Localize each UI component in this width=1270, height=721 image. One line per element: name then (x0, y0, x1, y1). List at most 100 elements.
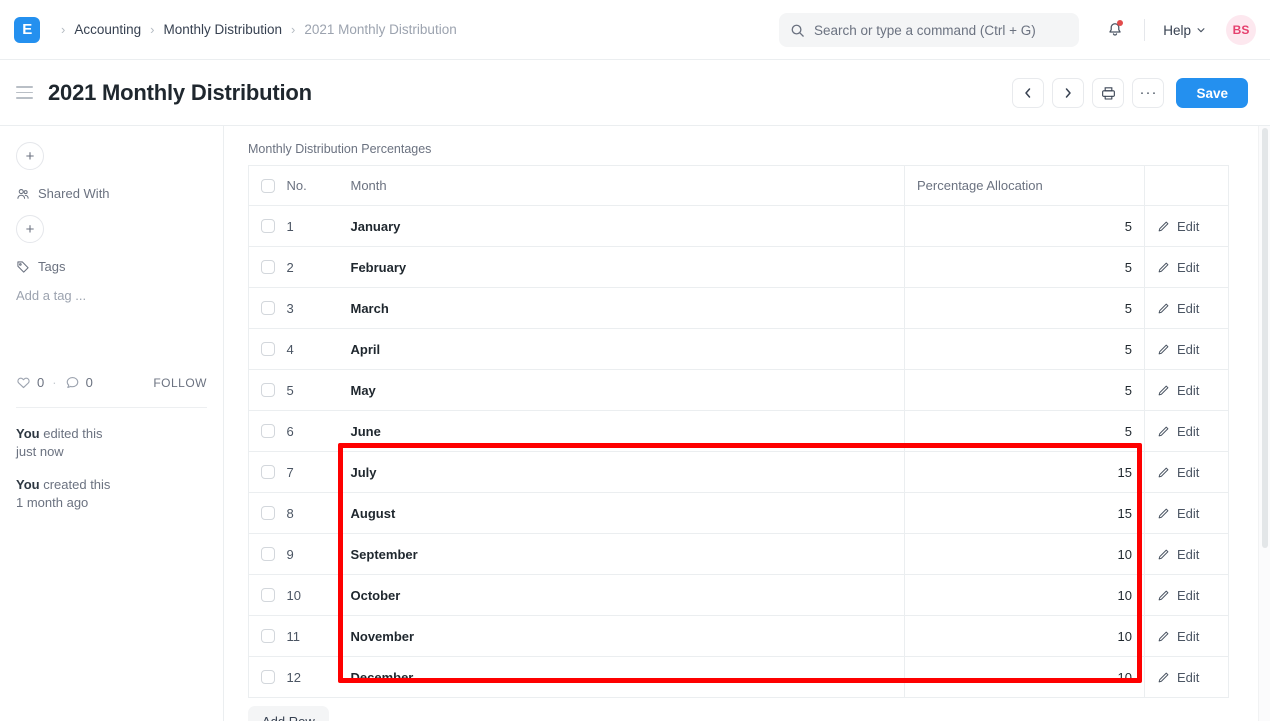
row-edit-cell[interactable]: Edit (1145, 616, 1229, 657)
row-edit-cell[interactable]: Edit (1145, 493, 1229, 534)
edit-row-button[interactable]: Edit (1157, 534, 1216, 574)
row-edit-cell[interactable]: Edit (1145, 657, 1229, 698)
edit-row-button[interactable]: Edit (1157, 575, 1216, 615)
row-month[interactable]: April (339, 329, 905, 370)
row-checkbox[interactable] (261, 629, 275, 643)
table-row[interactable]: 10October10Edit (249, 575, 1229, 616)
add-row-button[interactable]: Add Row (248, 706, 329, 721)
row-percentage-allocation[interactable]: 10 (905, 575, 1145, 616)
page-scrollbar[interactable] (1258, 126, 1270, 721)
table-row[interactable]: 7July15Edit (249, 452, 1229, 493)
print-button[interactable] (1092, 78, 1124, 108)
row-percentage-allocation[interactable]: 10 (905, 534, 1145, 575)
row-percentage-allocation[interactable]: 5 (905, 288, 1145, 329)
row-percentage-allocation[interactable]: 10 (905, 657, 1145, 698)
table-row[interactable]: 8August15Edit (249, 493, 1229, 534)
scrollbar-thumb[interactable] (1262, 128, 1268, 548)
table-row[interactable]: 6June5Edit (249, 411, 1229, 452)
row-percentage-allocation[interactable]: 5 (905, 329, 1145, 370)
add-assignment-button[interactable]: + (16, 142, 44, 170)
row-percentage-allocation[interactable]: 15 (905, 452, 1145, 493)
row-month[interactable]: July (339, 452, 905, 493)
edit-row-button[interactable]: Edit (1157, 493, 1216, 533)
row-percentage-allocation[interactable]: 10 (905, 616, 1145, 657)
edit-row-button[interactable]: Edit (1157, 288, 1216, 328)
row-month[interactable]: November (339, 616, 905, 657)
row-checkbox[interactable] (261, 465, 275, 479)
follow-button[interactable]: FOLLOW (153, 376, 207, 390)
avatar[interactable]: BS (1226, 15, 1256, 45)
row-checkbox[interactable] (261, 588, 275, 602)
pencil-icon (1157, 671, 1170, 684)
row-edit-cell[interactable]: Edit (1145, 206, 1229, 247)
edit-row-button[interactable]: Edit (1157, 247, 1216, 287)
row-month[interactable]: June (339, 411, 905, 452)
row-percentage-allocation[interactable]: 5 (905, 247, 1145, 288)
select-all-checkbox[interactable] (261, 179, 275, 193)
row-edit-cell[interactable]: Edit (1145, 329, 1229, 370)
row-percentage-allocation[interactable]: 15 (905, 493, 1145, 534)
sidebar-toggle-icon[interactable] (16, 82, 38, 104)
row-checkbox[interactable] (261, 219, 275, 233)
edit-row-button[interactable]: Edit (1157, 370, 1216, 410)
edit-row-button[interactable]: Edit (1157, 616, 1216, 656)
more-options-button[interactable]: ··· (1132, 78, 1164, 108)
row-checkbox[interactable] (261, 670, 275, 684)
row-edit-cell[interactable]: Edit (1145, 411, 1229, 452)
edit-row-button[interactable]: Edit (1157, 411, 1216, 451)
edit-row-button[interactable]: Edit (1157, 206, 1216, 246)
table-row[interactable]: 12December10Edit (249, 657, 1229, 698)
row-checkbox[interactable] (261, 547, 275, 561)
table-row[interactable]: 2February5Edit (249, 247, 1229, 288)
table-row[interactable]: 5May5Edit (249, 370, 1229, 411)
row-edit-cell[interactable]: Edit (1145, 575, 1229, 616)
row-month[interactable]: December (339, 657, 905, 698)
row-percentage-allocation[interactable]: 5 (905, 411, 1145, 452)
row-checkbox[interactable] (261, 506, 275, 520)
table-row[interactable]: 1January5Edit (249, 206, 1229, 247)
row-month[interactable]: September (339, 534, 905, 575)
heart-icon[interactable] (16, 375, 31, 390)
table-row[interactable]: 4April5Edit (249, 329, 1229, 370)
row-checkbox[interactable] (261, 301, 275, 315)
edit-row-button[interactable]: Edit (1157, 452, 1216, 492)
row-select-cell (249, 370, 287, 411)
notifications-button[interactable] (1098, 13, 1132, 47)
row-edit-cell[interactable]: Edit (1145, 288, 1229, 329)
row-checkbox[interactable] (261, 424, 275, 438)
row-edit-cell[interactable]: Edit (1145, 452, 1229, 493)
row-month[interactable]: January (339, 206, 905, 247)
row-month[interactable]: May (339, 370, 905, 411)
select-all-header (249, 166, 287, 206)
row-checkbox[interactable] (261, 383, 275, 397)
edit-row-button[interactable]: Edit (1157, 329, 1216, 369)
add-share-button[interactable]: + (16, 215, 44, 243)
comment-icon[interactable] (65, 375, 80, 390)
row-month[interactable]: March (339, 288, 905, 329)
row-edit-cell[interactable]: Edit (1145, 247, 1229, 288)
next-document-button[interactable] (1052, 78, 1084, 108)
table-row[interactable]: 3March5Edit (249, 288, 1229, 329)
table-row[interactable]: 9September10Edit (249, 534, 1229, 575)
table-row[interactable]: 11November10Edit (249, 616, 1229, 657)
app-logo-icon[interactable]: E (14, 17, 40, 43)
row-month[interactable]: February (339, 247, 905, 288)
breadcrumb-item-monthly-distribution[interactable]: Monthly Distribution (163, 22, 282, 37)
breadcrumb-item-accounting[interactable]: Accounting (74, 22, 141, 37)
edit-label: Edit (1177, 506, 1199, 521)
row-edit-cell[interactable]: Edit (1145, 534, 1229, 575)
row-checkbox[interactable] (261, 260, 275, 274)
row-month[interactable]: October (339, 575, 905, 616)
search-box[interactable] (779, 13, 1079, 47)
row-checkbox[interactable] (261, 342, 275, 356)
row-month[interactable]: August (339, 493, 905, 534)
row-percentage-allocation[interactable]: 5 (905, 370, 1145, 411)
row-edit-cell[interactable]: Edit (1145, 370, 1229, 411)
add-tag-input[interactable]: Add a tag ... (16, 288, 207, 303)
row-percentage-allocation[interactable]: 5 (905, 206, 1145, 247)
edit-row-button[interactable]: Edit (1157, 657, 1216, 697)
previous-document-button[interactable] (1012, 78, 1044, 108)
search-input[interactable] (814, 23, 1068, 38)
save-button[interactable]: Save (1176, 78, 1248, 108)
help-menu-button[interactable]: Help (1157, 19, 1212, 42)
